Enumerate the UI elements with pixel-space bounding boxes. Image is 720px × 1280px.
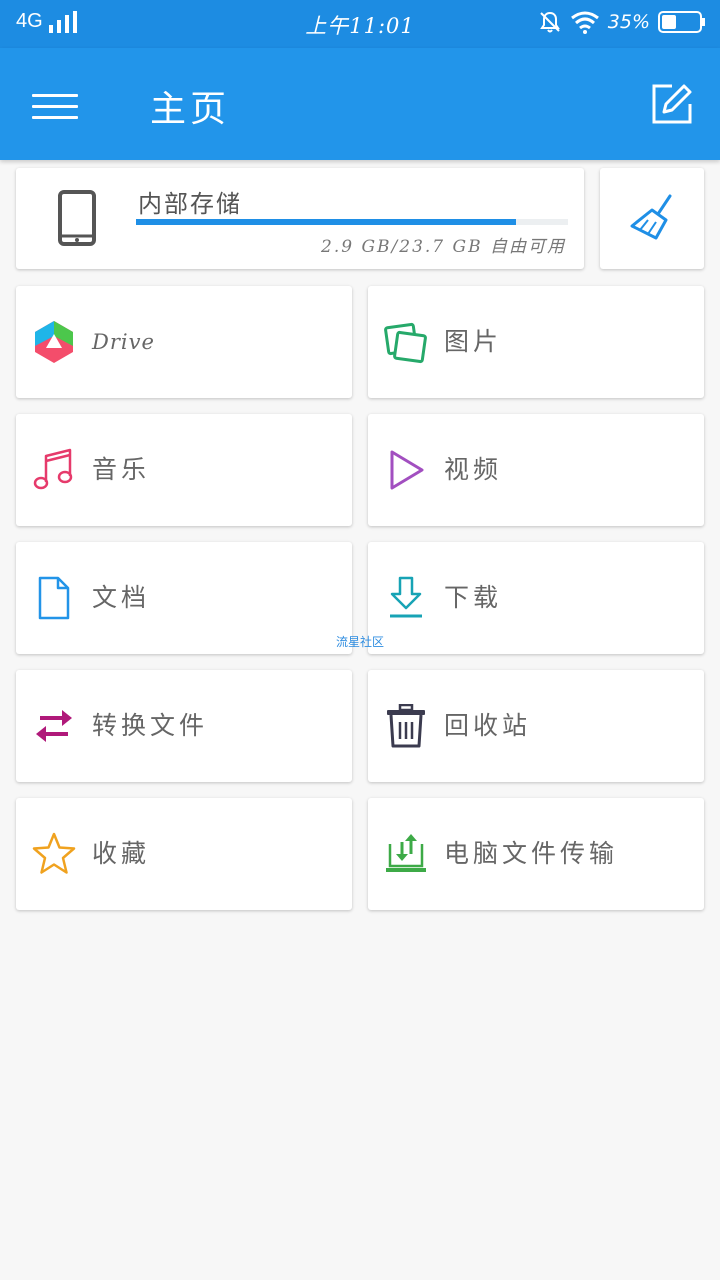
storage-usage-fill bbox=[136, 219, 517, 225]
tile-pictures[interactable]: 图片 bbox=[368, 286, 704, 398]
tile-convert-files[interactable]: 转换文件 bbox=[16, 670, 352, 782]
star-icon bbox=[32, 832, 76, 874]
tile-label: 转换文件 bbox=[92, 711, 209, 740]
tile-label: 文档 bbox=[92, 583, 151, 612]
drive-icon bbox=[35, 321, 73, 363]
menu-button[interactable] bbox=[32, 88, 78, 122]
tile-label: 图片 bbox=[444, 327, 503, 356]
edit-icon bbox=[652, 84, 692, 124]
video-icon bbox=[390, 450, 424, 490]
broom-icon bbox=[630, 194, 672, 240]
page-title: 主页 bbox=[150, 89, 231, 130]
tile-pc-file-transfer[interactable]: 电脑文件传输 bbox=[368, 798, 704, 910]
clean-button[interactable] bbox=[600, 168, 704, 269]
storage-usage-bar bbox=[136, 219, 568, 225]
edit-button[interactable] bbox=[650, 82, 694, 126]
status-bar: 4G 上午11:01 35% bbox=[0, 0, 720, 48]
tile-recycle-bin[interactable]: 回收站 bbox=[368, 670, 704, 782]
internal-storage-card[interactable]: 内部存储 2.9 GB/23.7 GB 自由可用 bbox=[16, 168, 584, 269]
download-icon bbox=[390, 576, 422, 618]
status-right: 35% bbox=[538, 10, 706, 34]
app-bar: 主页 bbox=[0, 48, 720, 160]
trash-icon bbox=[387, 704, 425, 748]
wifi-icon bbox=[570, 11, 599, 34]
tile-label: Drive bbox=[92, 330, 155, 354]
battery-icon bbox=[658, 11, 705, 33]
pc-transfer-icon bbox=[386, 834, 426, 872]
mute-bell-icon bbox=[539, 11, 560, 33]
tile-label: 视频 bbox=[444, 455, 503, 484]
tile-label: 收藏 bbox=[92, 839, 151, 868]
document-icon bbox=[38, 576, 70, 620]
music-icon bbox=[33, 448, 73, 490]
tile-label: 下载 bbox=[444, 583, 503, 612]
tile-music[interactable]: 音乐 bbox=[16, 414, 352, 526]
pictures-icon bbox=[384, 322, 427, 364]
storage-info: 2.9 GB/23.7 GB 自由可用 bbox=[321, 237, 566, 257]
tile-label: 电脑文件传输 bbox=[444, 839, 619, 868]
tile-label: 音乐 bbox=[92, 455, 151, 484]
tile-favorites[interactable]: 收藏 bbox=[16, 798, 352, 910]
watermark-text: 流星社区 bbox=[335, 635, 384, 649]
phone-icon bbox=[58, 190, 96, 246]
battery-percent: 35% bbox=[607, 11, 650, 33]
transfer-icon bbox=[36, 710, 72, 742]
tile-video[interactable]: 视频 bbox=[368, 414, 704, 526]
tile-label: 回收站 bbox=[444, 711, 532, 740]
tile-drive[interactable]: Drive bbox=[16, 286, 352, 398]
storage-title: 内部存储 bbox=[138, 190, 242, 218]
